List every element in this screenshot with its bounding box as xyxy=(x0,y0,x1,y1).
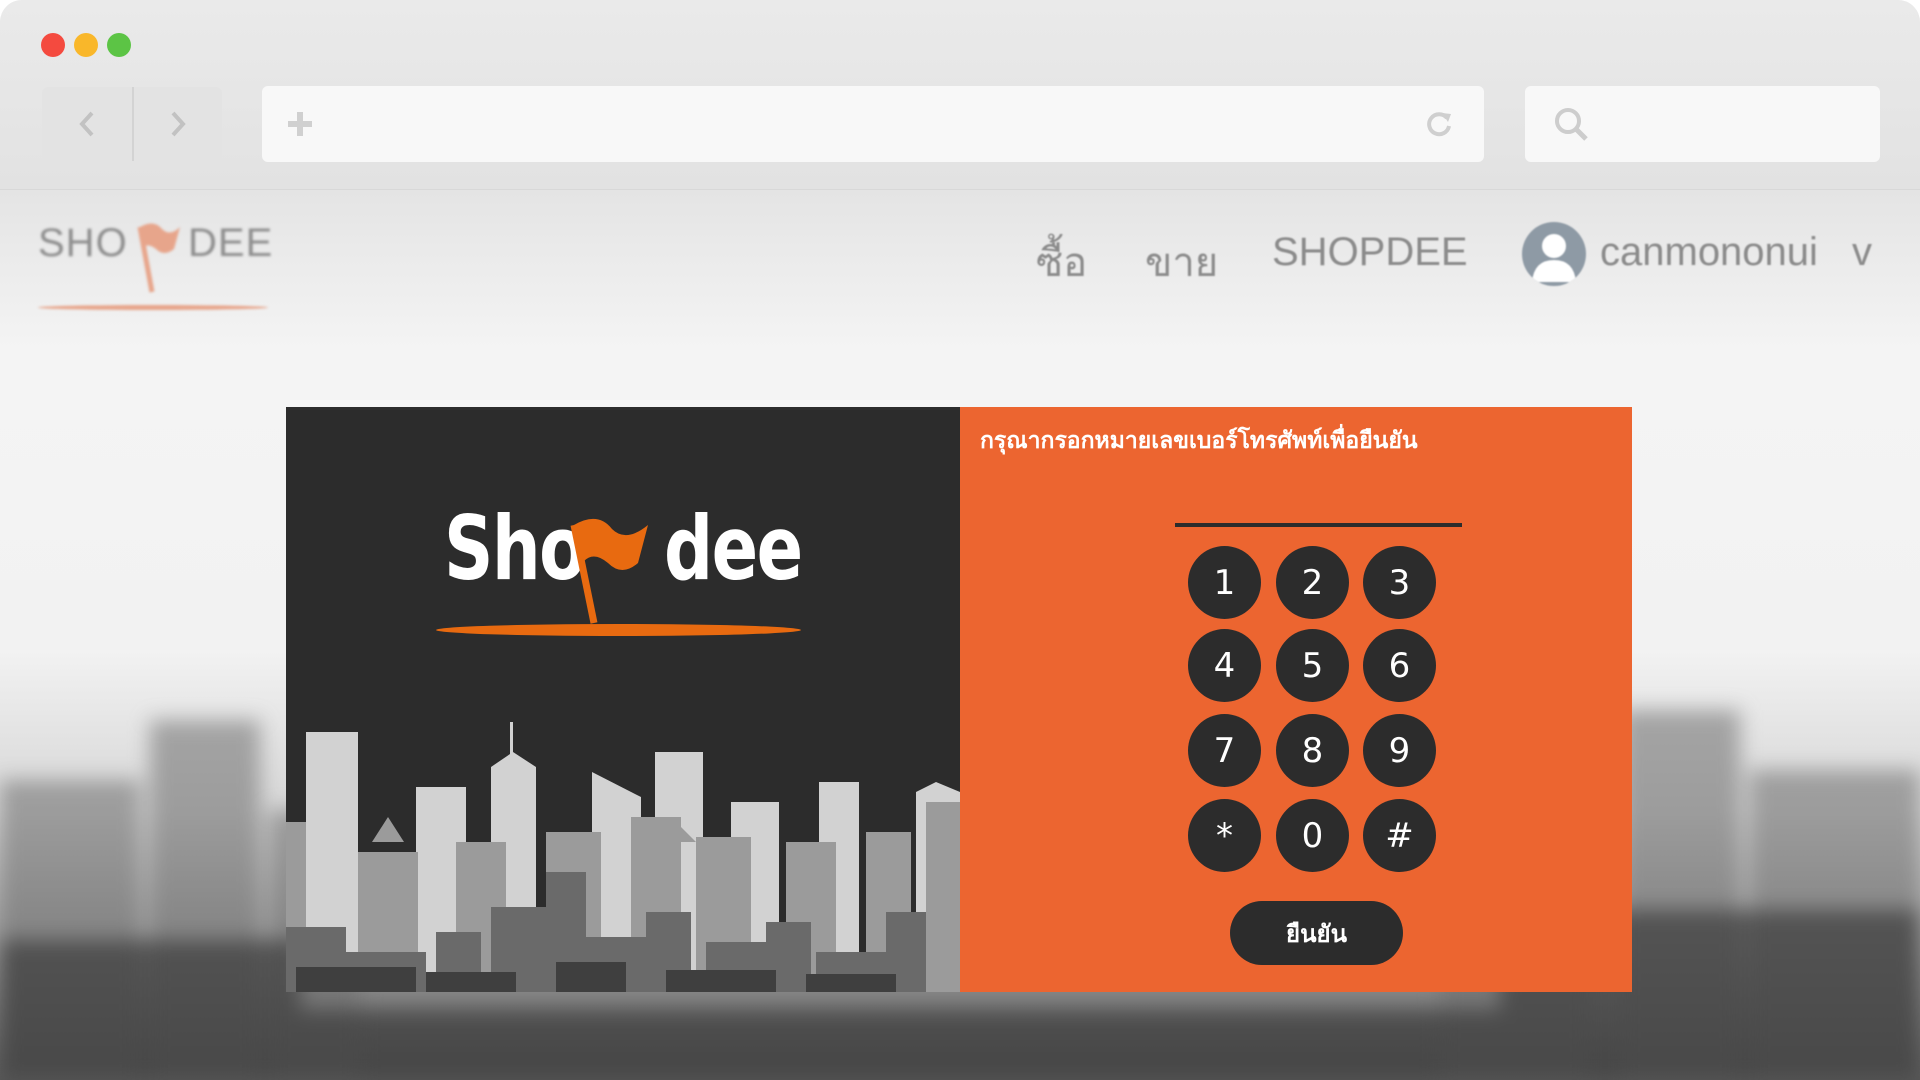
address-bar[interactable] xyxy=(262,86,1484,162)
phone-verification-modal: Sho dee กรุณากรอกหมายเลขเบอร์โทรศัพท์เพื… xyxy=(286,407,1632,992)
keypad-key-8[interactable]: 8 xyxy=(1276,714,1349,787)
site-logo-underline xyxy=(38,305,268,310)
nav-buy[interactable]: ซื้อ xyxy=(1036,230,1087,294)
modal-brand-panel: Sho dee xyxy=(286,407,960,992)
minimize-window-button[interactable] xyxy=(74,33,98,57)
brand-logo-underline xyxy=(436,624,801,636)
history-nav xyxy=(42,87,222,161)
back-button[interactable] xyxy=(42,87,132,161)
nav-sell[interactable]: ขาย xyxy=(1145,230,1218,294)
city-skyline-illustration xyxy=(286,722,960,992)
user-menu-caret[interactable]: v xyxy=(1852,230,1872,275)
browser-window: SHO DEE ซื้อ ขาย SHOPDEE canmononui v Sh… xyxy=(0,0,1920,1080)
site-logo-right-text: DEE xyxy=(188,221,274,265)
keypad-key-2[interactable]: 2 xyxy=(1276,546,1349,619)
search-icon xyxy=(1555,108,1588,141)
page-background: SHO DEE ซื้อ ขาย SHOPDEE canmononui v Sh… xyxy=(0,190,1920,1080)
site-logo[interactable]: SHO DEE xyxy=(38,215,272,310)
plus-icon[interactable] xyxy=(286,110,314,138)
flag-icon xyxy=(137,223,180,293)
phone-prompt-label: กรุณากรอกหมายเลขเบอร์โทรศัพท์เพื่อยืนยัน xyxy=(980,428,1418,454)
keypad-key-3[interactable]: 3 xyxy=(1363,546,1436,619)
user-avatar-icon[interactable] xyxy=(1522,222,1586,286)
site-logo-left-text: SHO xyxy=(38,221,128,265)
confirm-button[interactable]: ยืนยัน xyxy=(1230,901,1403,965)
browser-search-bar[interactable] xyxy=(1525,86,1880,162)
chevron-left-icon xyxy=(79,111,94,137)
keypad-key-4[interactable]: 4 xyxy=(1188,629,1261,702)
keypad-key-1[interactable]: 1 xyxy=(1188,546,1261,619)
keypad-key-6[interactable]: 6 xyxy=(1363,629,1436,702)
keypad-key-star[interactable]: * xyxy=(1188,799,1261,872)
reload-icon[interactable] xyxy=(1424,109,1454,139)
username-label[interactable]: canmononui xyxy=(1600,230,1818,275)
flag-icon xyxy=(570,518,648,624)
forward-button[interactable] xyxy=(132,87,222,161)
shopdee-brand-logo: Sho dee xyxy=(436,497,816,637)
brand-logo-right-text: dee xyxy=(664,497,803,600)
keypad-key-hash[interactable]: # xyxy=(1363,799,1436,872)
nav-shopdee[interactable]: SHOPDEE xyxy=(1272,230,1468,275)
keypad-key-0[interactable]: 0 xyxy=(1276,799,1349,872)
close-window-button[interactable] xyxy=(41,33,65,57)
chevron-right-icon xyxy=(171,111,186,137)
keypad-key-9[interactable]: 9 xyxy=(1363,714,1436,787)
keypad-key-7[interactable]: 7 xyxy=(1188,714,1261,787)
keypad-key-5[interactable]: 5 xyxy=(1276,629,1349,702)
phone-number-input[interactable] xyxy=(1175,523,1462,527)
browser-toolbar xyxy=(0,0,1920,190)
phone-entry-panel: กรุณากรอกหมายเลขเบอร์โทรศัพท์เพื่อยืนยัน… xyxy=(960,407,1632,992)
maximize-window-button[interactable] xyxy=(107,33,131,57)
